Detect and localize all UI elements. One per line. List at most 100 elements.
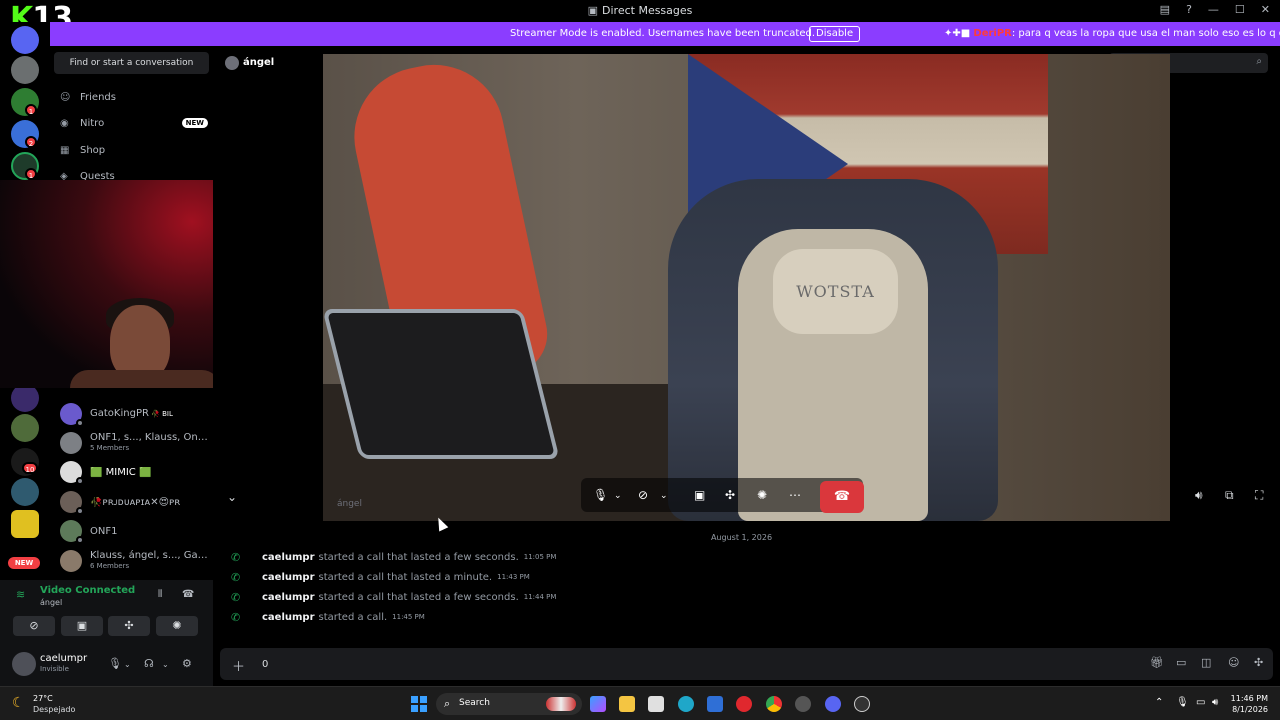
dm-item[interactable]: GatoKingPR 🥀 BIL xyxy=(56,400,211,428)
camera-off-icon[interactable]: ⊘ xyxy=(638,488,648,502)
avatar xyxy=(60,461,84,485)
network-icon[interactable]: ▭ xyxy=(1196,697,1205,708)
server-icon[interactable] xyxy=(11,510,39,538)
chat-ticker: ✦✚■ DeriPR: para q veas la ropa que usa … xyxy=(944,28,1280,39)
user-status: Invisible xyxy=(40,665,69,673)
sticker-icon[interactable]: ◫ xyxy=(1201,656,1211,669)
microphone-icon[interactable]: 🎙︎ xyxy=(593,488,608,502)
search-icon: ⌕ xyxy=(1256,56,1262,67)
channel-name: ángel xyxy=(243,57,275,68)
speaker-tray-icon[interactable]: 🔊︎ xyxy=(1212,697,1218,708)
emoji-icon[interactable]: ☺ xyxy=(1228,656,1239,669)
weather-temperature[interactable]: 27°C xyxy=(33,694,53,703)
user-name[interactable]: caelumpr xyxy=(40,653,87,664)
server-badge: 10 xyxy=(22,462,38,474)
server-icon[interactable] xyxy=(11,478,39,506)
chevron-down-icon[interactable]: ⌄ xyxy=(124,660,131,669)
date-divider: August 1, 2026 xyxy=(710,533,773,542)
system-clock[interactable]: 11:46 PM 8/1/2026 xyxy=(1224,693,1268,715)
volume-icon[interactable]: 🔊︎ xyxy=(1195,488,1203,503)
window-title: ▣ Direct Messages xyxy=(587,4,693,17)
activities-icon[interactable]: ✣ xyxy=(725,488,735,502)
call-log-message: ✆ caelumpr started a call that lasted a fe… xyxy=(231,590,557,604)
activities-button[interactable]: ✣ xyxy=(108,616,150,636)
chevron-down-icon[interactable]: ⌄ xyxy=(660,491,668,501)
mail-icon[interactable] xyxy=(707,696,723,712)
gif-icon[interactable]: ▭ xyxy=(1176,656,1186,669)
nitro-icon: ◉ xyxy=(60,117,69,129)
disable-streamer-mode-button[interactable]: Disable xyxy=(809,26,861,42)
microphone-icon[interactable]: 🎙︎ xyxy=(108,657,122,670)
nav-nitro[interactable]: ◉ Nitro NEW xyxy=(60,113,208,133)
microphone-tray-icon[interactable]: 🎙︎ xyxy=(1176,697,1189,708)
message-composer: ＋ 🎁︎ ▭ ◫ ☺ ✣ xyxy=(220,648,1273,680)
server-icon[interactable] xyxy=(11,384,39,412)
attach-plus-icon[interactable]: ＋ xyxy=(232,656,245,675)
camera-off-button[interactable]: ⊘ xyxy=(13,616,55,636)
nav-shop[interactable]: ▦ Shop xyxy=(60,140,208,160)
screen-share-button[interactable]: ▣ xyxy=(61,616,103,636)
screen-share-icon[interactable]: ▣ xyxy=(694,488,705,502)
call-log-message: ✆ caelumpr started a call that lasted a mi… xyxy=(231,570,530,584)
maximize-button[interactable]: ☐ xyxy=(1235,3,1245,16)
inbox-icon[interactable]: ▤ xyxy=(1160,3,1170,16)
discord-taskbar-icon[interactable] xyxy=(825,696,841,712)
video-stream[interactable]: WOTSTA xyxy=(323,54,1170,521)
server-badge: 2 xyxy=(25,136,37,148)
weather-condition[interactable]: Despejado xyxy=(33,705,75,714)
gift-icon[interactable]: 🎁︎ xyxy=(1150,656,1164,669)
app-settings-icon[interactable] xyxy=(795,696,811,712)
main-content: ángel 📌︎ ⚇ ◎ ⌕ WOTSTA ángel ⌄ 🎙︎ ⌄ ⊘ ⌄ ▣… xyxy=(213,46,1280,686)
noise-suppression-icon[interactable]: ⫴ xyxy=(158,589,162,600)
edge-icon[interactable] xyxy=(678,696,694,712)
dm-item[interactable]: ONF1 xyxy=(56,517,211,545)
phone-icon: ✆ xyxy=(231,570,241,584)
chevron-down-icon[interactable]: ⌄ xyxy=(614,491,622,501)
find-conversation-button[interactable]: Find or start a conversation xyxy=(54,52,209,74)
weather-moon-icon[interactable]: ☾ xyxy=(12,695,25,711)
more-options-icon[interactable]: ⋯ xyxy=(789,488,801,502)
chevron-down-icon[interactable]: ⌄ xyxy=(162,660,169,669)
dm-item[interactable]: 🟩 MIMIC 🟩 xyxy=(56,458,211,486)
start-button[interactable] xyxy=(411,696,427,712)
dm-item[interactable]: ONF1, s..., Klauss, Oneil... 5 Members xyxy=(56,429,211,457)
leave-call-button[interactable]: ☎ xyxy=(820,481,864,513)
apps-icon[interactable]: ✣ xyxy=(1254,656,1263,669)
status-indicator xyxy=(76,477,84,485)
file-explorer-icon[interactable] xyxy=(619,696,635,712)
server-icon[interactable] xyxy=(11,56,39,84)
disconnect-icon[interactable]: ☎ xyxy=(182,589,194,600)
voice-status[interactable]: Video Connected xyxy=(40,585,135,596)
voice-channel-name[interactable]: ángel xyxy=(40,598,62,607)
opera-icon[interactable] xyxy=(736,696,752,712)
media-player-icon[interactable] xyxy=(854,696,870,712)
close-button[interactable]: ✕ xyxy=(1261,3,1270,16)
headphones-icon[interactable]: ☊ xyxy=(144,657,154,670)
server-icon[interactable] xyxy=(11,414,39,442)
pop-out-icon[interactable]: ⧉ xyxy=(1225,488,1234,503)
soundboard-button[interactable]: ✺ xyxy=(156,616,198,636)
taskbar-search[interactable]: ⌕ Search xyxy=(436,693,582,715)
chrome-icon[interactable] xyxy=(766,696,782,712)
fullscreen-icon[interactable]: ⛶ xyxy=(1255,488,1263,503)
store-icon[interactable] xyxy=(648,696,664,712)
new-servers-badge[interactable]: NEW xyxy=(8,557,40,569)
signal-icon[interactable]: ≋ xyxy=(16,588,25,601)
copilot-icon[interactable] xyxy=(590,696,606,712)
webcam-person-body xyxy=(70,370,220,388)
dm-item[interactable]: Klauss, ángel, s..., Gato... 6 Members xyxy=(56,547,211,575)
collapse-chevron-icon[interactable]: ⌄ xyxy=(227,490,237,504)
nav-friends[interactable]: ☺ Friends xyxy=(60,87,208,107)
avatar xyxy=(60,520,84,544)
call-log-message: ✆ caelumpr started a call that lasted a fe… xyxy=(231,550,557,564)
group-avatar xyxy=(60,432,82,454)
dm-item[interactable]: 🥀ᴘʀᴊᴅᴜᴀᴘɪᴀ✕😍ᴘʀ xyxy=(56,488,211,516)
tray-overflow-icon[interactable]: ⌃ xyxy=(1155,697,1163,708)
settings-gear-icon[interactable]: ⚙ xyxy=(182,657,192,670)
help-icon[interactable]: ? xyxy=(1186,3,1192,16)
soundboard-icon[interactable]: ✺ xyxy=(757,488,767,502)
minimize-button[interactable]: — xyxy=(1208,3,1219,16)
user-avatar[interactable] xyxy=(12,652,36,676)
message-input[interactable] xyxy=(262,656,1062,672)
direct-messages-home-icon[interactable] xyxy=(11,26,39,54)
